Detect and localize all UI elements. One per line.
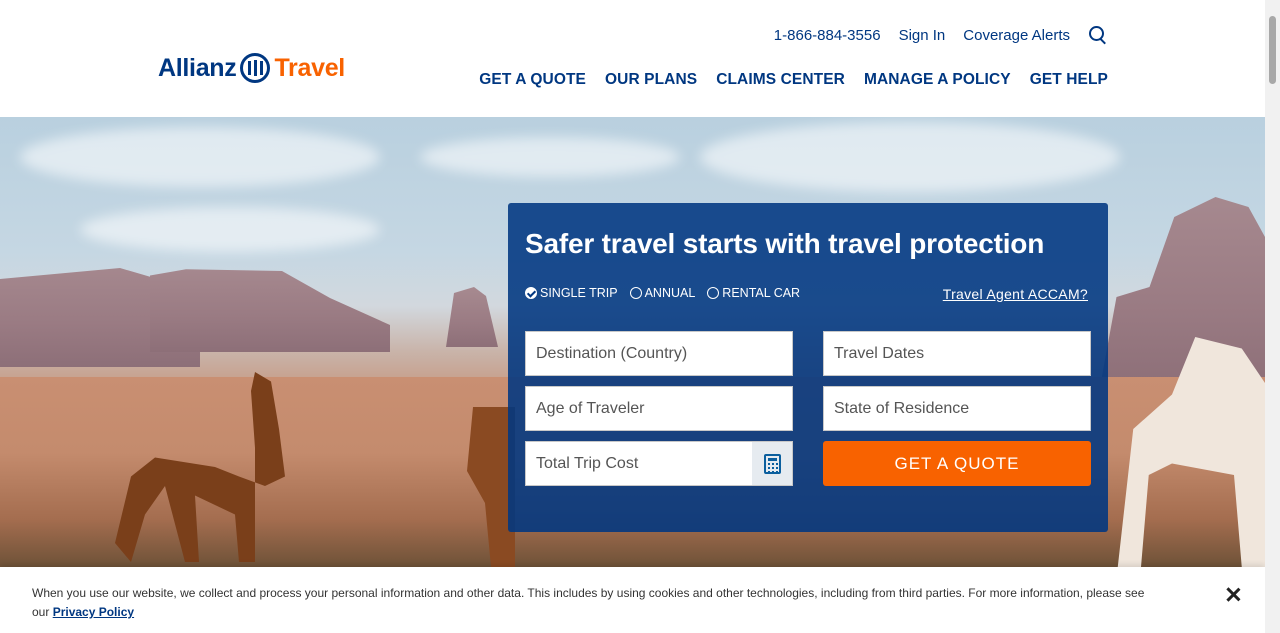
total-trip-cost-field[interactable]: Total Trip Cost [525,441,793,486]
utility-nav: 1-866-884-3556 Sign In Coverage Alerts [774,25,1108,45]
quote-panel: Safer travel starts with travel protecti… [508,203,1108,532]
radio-single-trip[interactable]: SINGLE TRIP [525,286,618,300]
travel-agent-accam-link[interactable]: Travel Agent ACCAM? [943,286,1088,302]
cookie-message: When you use our website, we collect and… [32,586,1145,619]
allianz-travel-logo[interactable]: Allianz Travel [158,53,345,83]
radio-unchecked-icon [629,287,642,299]
cookie-banner: When you use our website, we collect and… [0,567,1265,633]
nav-get-a-quote[interactable]: GET A QUOTE [479,71,586,89]
coverage-alerts-link[interactable]: Coverage Alerts [963,27,1070,44]
nav-manage-a-policy[interactable]: MANAGE A POLICY [864,71,1011,89]
logo-travel-text: Travel [274,53,345,82]
phone-link[interactable]: 1-866-884-3556 [774,27,881,44]
calculator-icon [763,453,781,474]
main-nav: GET A QUOTE OUR PLANS CLAIMS CENTER MANA… [479,71,1108,89]
close-icon[interactable] [1225,587,1241,603]
nav-claims-center[interactable]: CLAIMS CENTER [716,71,845,89]
logo-allianz-text: Allianz [158,53,237,82]
sign-in-link[interactable]: Sign In [899,27,946,44]
calculator-button[interactable] [752,442,792,485]
quote-title: Safer travel starts with travel protecti… [525,228,1045,259]
nav-get-help[interactable]: GET HELP [1030,71,1108,89]
destination-field[interactable]: Destination (Country) [525,331,793,376]
travel-dates-field[interactable]: Travel Dates [823,331,1091,376]
radio-rental-car[interactable]: RENTAL CAR [707,286,800,300]
page-scrollbar[interactable] [1265,0,1280,633]
nav-our-plans[interactable]: OUR PLANS [605,71,697,89]
age-of-traveler-field[interactable]: Age of Traveler [525,386,793,431]
site-header: Allianz Travel 1-866-884-3556 Sign In Co… [0,0,1265,117]
scrollbar-thumb[interactable] [1269,16,1276,84]
trip-type-options: SINGLE TRIP ANNUAL RENTAL CAR [525,286,800,300]
radio-checked-icon [525,287,537,299]
total-trip-cost-placeholder: Total Trip Cost [536,454,639,472]
search-icon[interactable] [1088,25,1108,45]
privacy-policy-link[interactable]: Privacy Policy [53,605,134,619]
radio-single-trip-label: SINGLE TRIP [540,286,618,300]
allianz-eagle-icon [240,53,271,83]
radio-annual-label: ANNUAL [644,286,696,300]
cookie-text: When you use our website, we collect and… [32,584,1152,622]
radio-rental-car-label: RENTAL CAR [722,286,801,300]
radio-annual[interactable]: ANNUAL [629,286,696,300]
radio-unchecked-icon [707,287,720,299]
get-a-quote-button[interactable]: GET A QUOTE [823,441,1091,486]
state-of-residence-field[interactable]: State of Residence [823,386,1091,431]
